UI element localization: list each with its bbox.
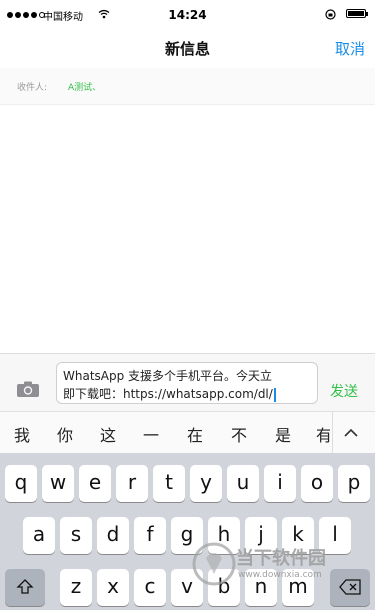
message-text-line-1: WhatsApp 支援多个手机平台。今天立 — [63, 369, 273, 383]
candidate-word[interactable]: 你 — [57, 422, 73, 446]
text-cursor — [273, 387, 276, 402]
candidate-divider — [332, 412, 333, 454]
message-text-line-2: 即下载吧：https://whatsapp.com/dl/ — [63, 385, 311, 403]
camera-icon[interactable] — [16, 381, 40, 398]
navigation-bar: 新信息 取消 — [0, 34, 375, 69]
watermark-text: 当下软件园 — [236, 548, 326, 569]
key-u[interactable]: u — [227, 465, 259, 502]
key-z[interactable]: z — [60, 569, 92, 606]
cancel-button[interactable]: 取消 — [335, 38, 365, 59]
candidate-word[interactable]: 有 — [316, 422, 330, 446]
key-p[interactable]: p — [338, 465, 370, 502]
key-e[interactable]: e — [79, 465, 111, 502]
key-q[interactable]: q — [5, 465, 37, 502]
key-w[interactable]: w — [42, 465, 74, 502]
clock: 14:24 — [168, 8, 207, 22]
key-r[interactable]: r — [116, 465, 148, 502]
key-s[interactable]: s — [60, 517, 92, 554]
candidate-word[interactable]: 不 — [231, 422, 247, 446]
key-x[interactable]: x — [97, 569, 129, 606]
battery-icon — [346, 9, 368, 18]
chevron-up-icon[interactable] — [342, 424, 360, 442]
lock-rotation-icon — [325, 9, 336, 20]
recipient-field[interactable]: 收件人: A测试、 — [0, 68, 375, 105]
shift-key[interactable] — [5, 569, 45, 606]
compose-bar: WhatsApp 支援多个手机平台。今天立 即下载吧：https://whats… — [0, 353, 375, 411]
candidate-word[interactable]: 一 — [143, 422, 159, 446]
key-o[interactable]: o — [301, 465, 333, 502]
key-c[interactable]: c — [134, 569, 166, 606]
message-thread-area — [0, 105, 375, 353]
key-d[interactable]: d — [97, 517, 129, 554]
message-input[interactable]: WhatsApp 支援多个手机平台。今天立 即下载吧：https://whats… — [56, 362, 318, 404]
candidate-word[interactable]: 在 — [187, 422, 203, 446]
watermark-url: www.downxia.com — [238, 570, 322, 580]
key-t[interactable]: t — [153, 465, 185, 502]
key-y[interactable]: y — [190, 465, 222, 502]
recipient-label: 收件人: — [17, 83, 48, 93]
key-f[interactable]: f — [134, 517, 166, 554]
send-button[interactable]: 发送 — [330, 381, 358, 401]
recipient-chip[interactable]: A测试、 — [68, 80, 101, 93]
candidate-bar: 我 你 这 一 在 不 是 有 — [0, 411, 375, 454]
key-i[interactable]: i — [264, 465, 296, 502]
watermark-logo-icon — [192, 542, 236, 586]
status-bar: 中国移动 14:24 — [0, 0, 375, 34]
watermark: 当下软件园 www.downxia.com — [190, 540, 365, 592]
candidate-word[interactable]: 是 — [275, 422, 291, 446]
shift-icon — [16, 579, 34, 594]
candidate-word[interactable]: 这 — [100, 422, 116, 446]
page-title: 新信息 — [164, 40, 210, 58]
key-a[interactable]: a — [23, 517, 55, 554]
candidate-word[interactable]: 我 — [14, 422, 30, 446]
